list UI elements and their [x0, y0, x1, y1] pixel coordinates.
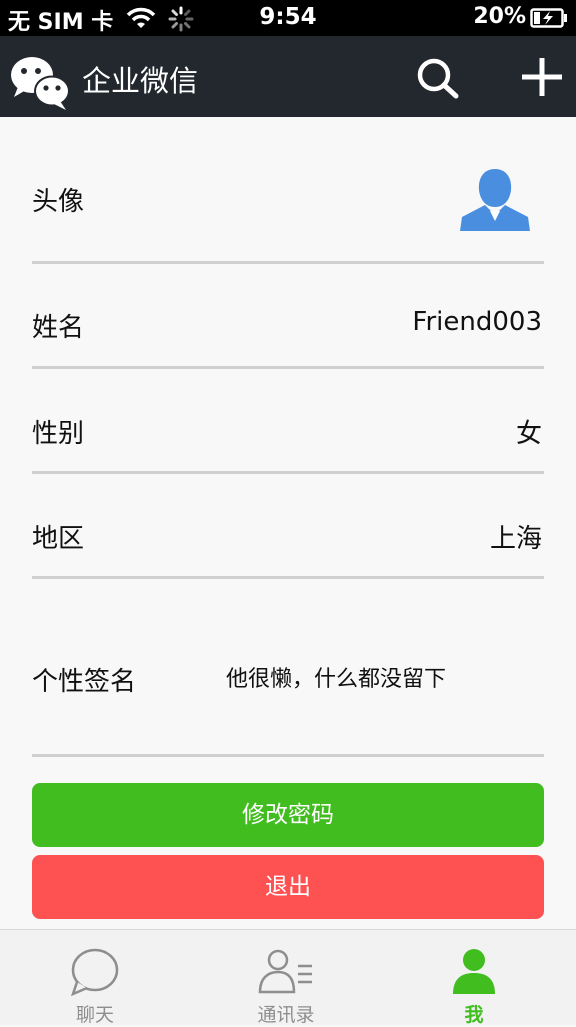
tab-me-label: 我 — [464, 1004, 484, 1026]
logout-button[interactable]: 退出 — [32, 855, 544, 919]
gender-row[interactable]: 性别 女 — [32, 369, 544, 474]
plus-icon[interactable] — [518, 56, 566, 104]
region-value: 上海 — [489, 524, 542, 554]
signature-label: 个性签名 — [32, 667, 137, 697]
name-row[interactable]: 姓名 Friend003 — [32, 264, 544, 369]
signature-value: 他很懒，什么都没留下 — [226, 667, 447, 692]
battery-percent: 20% — [473, 4, 526, 29]
tab-contacts[interactable]: 通讯录 — [206, 930, 366, 1026]
bottom-tab-bar: 聊天 通讯录 我 — [0, 929, 576, 1026]
tab-contacts-label: 通讯录 — [257, 1004, 315, 1026]
tab-chat[interactable]: 聊天 — [15, 930, 175, 1026]
page-title: 企业微信 — [82, 64, 199, 98]
wechat-logo-icon — [8, 51, 72, 117]
contacts-icon — [206, 946, 366, 1002]
signature-row[interactable]: 个性签名 他很懒，什么都没留下 — [32, 579, 544, 757]
battery-charging-icon — [530, 8, 568, 32]
tab-chat-label: 聊天 — [75, 1004, 114, 1026]
gender-label: 性别 — [32, 419, 85, 449]
change-password-button[interactable]: 修改密码 — [32, 783, 544, 847]
name-label: 姓名 — [32, 313, 85, 343]
search-icon[interactable] — [414, 56, 464, 104]
name-value: Friend003 — [412, 307, 542, 337]
chat-bubble-icon — [15, 946, 175, 1002]
app-header: 企业微信 — [0, 36, 576, 117]
avatar-row[interactable]: 头像 — [32, 117, 544, 264]
gender-value: 女 — [515, 419, 542, 449]
me-icon — [394, 946, 554, 1002]
avatar-label: 头像 — [32, 187, 85, 217]
tab-me[interactable]: 我 — [394, 930, 554, 1026]
region-row[interactable]: 地区 上海 — [32, 474, 544, 579]
region-label: 地区 — [32, 524, 85, 554]
status-bar: 无 SIM 卡 9:54 20% — [0, 0, 576, 36]
avatar-person-icon[interactable] — [460, 163, 530, 235]
